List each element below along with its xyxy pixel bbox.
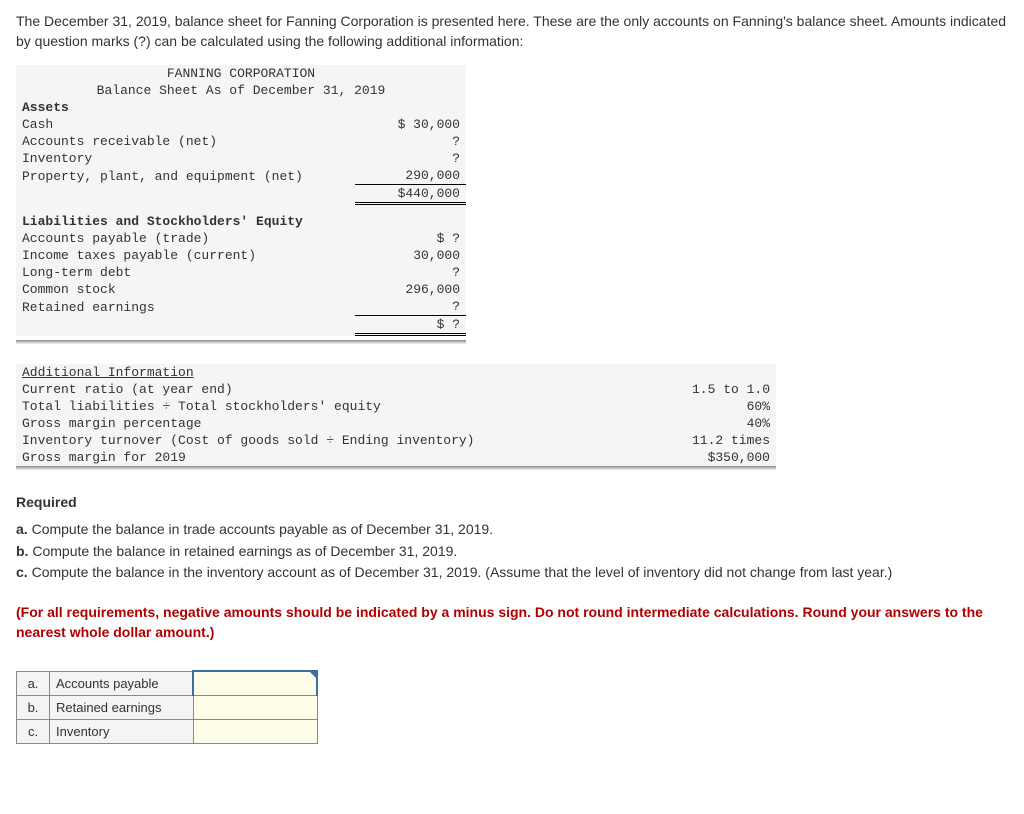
required-heading: Required — [16, 494, 1008, 510]
assets-header: Assets — [16, 99, 355, 116]
liab-row-label: Common stock — [16, 281, 355, 298]
requirement-item: a. Compute the balance in trade accounts… — [16, 520, 1008, 540]
answer-cell[interactable] — [193, 720, 317, 744]
liab-row-amount: ? — [355, 264, 466, 281]
requirement-marker: a. — [16, 521, 28, 537]
instructions-note: (For all requirements, negative amounts … — [16, 603, 1008, 642]
active-cell-flag-icon — [309, 671, 317, 679]
answer-label: Inventory — [50, 720, 194, 744]
requirement-text: Compute the balance in the inventory acc… — [32, 564, 893, 580]
liab-row-label: Accounts payable (trade) — [16, 230, 355, 247]
requirement-text: Compute the balance in retained earnings… — [32, 543, 457, 559]
answer-cell[interactable] — [193, 696, 317, 720]
addl-row-label: Gross margin for 2019 — [16, 449, 624, 466]
asset-row-label: Cash — [16, 116, 355, 133]
addl-row-value: 11.2 times — [624, 432, 776, 449]
inventory-input[interactable] — [200, 723, 315, 740]
liab-header: Liabilities and Stockholders' Equity — [16, 213, 355, 230]
addl-row-label: Total liabilities ÷ Total stockholders' … — [16, 398, 624, 415]
additional-info-header: Additional Information — [16, 364, 776, 381]
company-name: FANNING CORPORATION — [16, 65, 466, 82]
liab-row-amount: $ ? — [355, 230, 466, 247]
table-shadow — [16, 340, 466, 344]
asset-row-label: Inventory — [16, 150, 355, 167]
assets-total: $440,000 — [355, 185, 466, 204]
liab-total: $ ? — [355, 316, 466, 335]
accounts-payable-input[interactable] — [200, 675, 314, 692]
liab-row-label: Income taxes payable (current) — [16, 247, 355, 264]
addl-row-label: Current ratio (at year end) — [16, 381, 624, 398]
requirement-marker: c. — [16, 564, 28, 580]
table-row: a. Accounts payable — [17, 671, 318, 696]
answer-table: a. Accounts payable b. Retained earnings… — [16, 670, 318, 744]
requirements-list: a. Compute the balance in trade accounts… — [16, 520, 1008, 583]
addl-row-value: 60% — [624, 398, 776, 415]
answer-key: b. — [17, 696, 50, 720]
balance-sheet-title: Balance Sheet As of December 31, 2019 — [16, 82, 466, 99]
requirement-item: c. Compute the balance in the inventory … — [16, 563, 1008, 583]
table-row: b. Retained earnings — [17, 696, 318, 720]
answer-cell[interactable] — [193, 671, 317, 696]
asset-row-amount: $ 30,000 — [355, 116, 466, 133]
addl-row-label: Gross margin percentage — [16, 415, 624, 432]
balance-sheet-table: FANNING CORPORATION Balance Sheet As of … — [16, 65, 466, 336]
table-row: c. Inventory — [17, 720, 318, 744]
addl-row-value: $350,000 — [624, 449, 776, 466]
liab-row-label: Long-term debt — [16, 264, 355, 281]
answer-label: Accounts payable — [50, 671, 194, 696]
answer-key: a. — [17, 671, 50, 696]
liab-row-label: Retained earnings — [16, 298, 355, 316]
liab-row-amount: 30,000 — [355, 247, 466, 264]
liab-row-amount: ? — [355, 298, 466, 316]
requirement-marker: b. — [16, 543, 28, 559]
additional-info-table: Additional Information Current ratio (at… — [16, 364, 776, 466]
addl-row-value: 1.5 to 1.0 — [624, 381, 776, 398]
asset-row-amount: 290,000 — [355, 167, 466, 185]
liab-row-amount: 296,000 — [355, 281, 466, 298]
retained-earnings-input[interactable] — [200, 699, 315, 716]
intro-text: The December 31, 2019, balance sheet for… — [16, 12, 1008, 51]
asset-row-label: Accounts receivable (net) — [16, 133, 355, 150]
addl-row-label: Inventory turnover (Cost of goods sold ÷… — [16, 432, 624, 449]
asset-row-label: Property, plant, and equipment (net) — [16, 167, 355, 185]
table-shadow — [16, 466, 776, 470]
requirement-item: b. Compute the balance in retained earni… — [16, 542, 1008, 562]
asset-row-amount: ? — [355, 133, 466, 150]
answer-label: Retained earnings — [50, 696, 194, 720]
requirement-text: Compute the balance in trade accounts pa… — [32, 521, 494, 537]
asset-row-amount: ? — [355, 150, 466, 167]
addl-row-value: 40% — [624, 415, 776, 432]
answer-key: c. — [17, 720, 50, 744]
